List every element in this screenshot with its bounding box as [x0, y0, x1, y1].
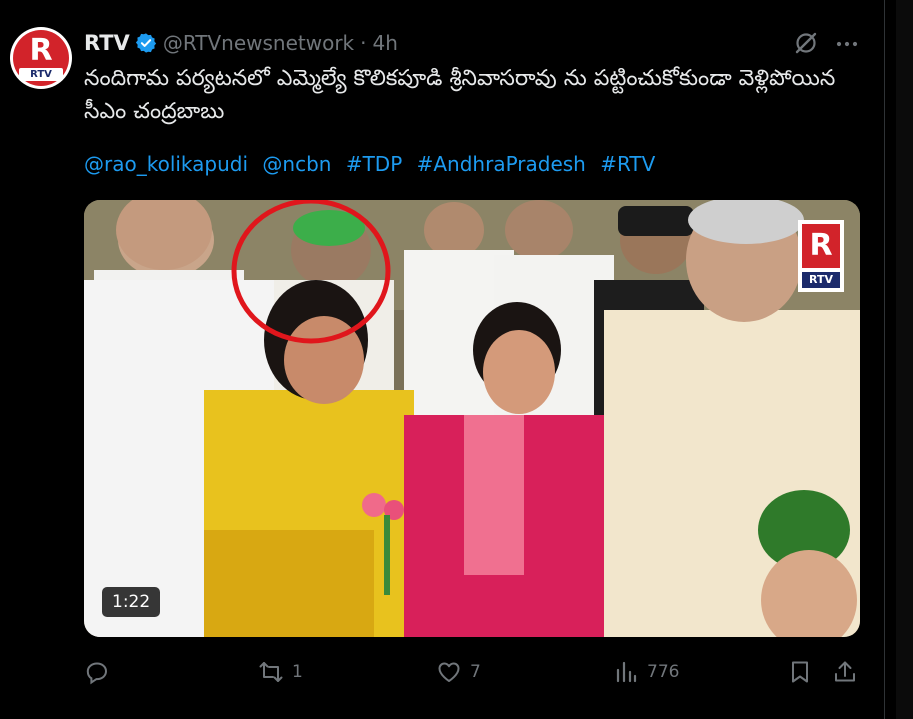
bookmark-icon: [792, 661, 808, 683]
bookmark-button[interactable]: [787, 652, 813, 692]
hashtag-link[interactable]: #RTV: [600, 152, 655, 176]
video-thumbnail: [84, 200, 860, 637]
views-icon: [616, 661, 637, 683]
video-player[interactable]: R RTV 1:22: [84, 200, 860, 637]
tweet-header: RTV @RTVnewsnetwork · 4h: [84, 31, 398, 55]
tweet-hashtags: @rao_kolikapudi @ncbn #TDP #AndhraPrades…: [84, 152, 663, 176]
share-icon: [835, 661, 855, 682]
grok-icon[interactable]: [793, 30, 819, 56]
retweet-count: 1: [292, 662, 303, 682]
like-count: 7: [470, 662, 481, 682]
more-icon[interactable]: [834, 31, 860, 57]
reply-button[interactable]: [84, 652, 118, 692]
hashtag-link[interactable]: #TDP: [346, 152, 402, 176]
author-name[interactable]: RTV: [84, 31, 130, 55]
watermark-letter: R: [802, 224, 840, 268]
views-count: 776: [647, 662, 680, 682]
author-handle[interactable]: @RTVnewsnetwork: [163, 31, 354, 55]
tweet-time[interactable]: 4h: [373, 31, 398, 55]
timeline-border: [884, 0, 885, 719]
hashtag-link[interactable]: #AndhraPradesh: [417, 152, 586, 176]
retweet-icon: [259, 662, 283, 682]
tweet-actions: 1 7 776: [84, 652, 864, 692]
like-icon: [438, 662, 460, 682]
avatar-logo-text: RTV: [19, 67, 63, 81]
avatar-logo: R RTV: [13, 30, 69, 86]
video-duration: 1:22: [102, 587, 161, 617]
rtv-watermark: R RTV: [798, 220, 844, 292]
retweet-button[interactable]: 1: [258, 652, 303, 692]
separator-dot: ·: [360, 31, 367, 55]
avatar[interactable]: R RTV: [10, 27, 72, 89]
mention-link[interactable]: @rao_kolikapudi: [84, 152, 248, 176]
watermark-text: RTV: [802, 272, 840, 288]
mention-link[interactable]: @ncbn: [262, 152, 331, 176]
verified-badge-icon: [135, 33, 156, 53]
like-button[interactable]: 7: [436, 652, 481, 692]
share-button[interactable]: [832, 652, 858, 692]
scrollbar[interactable]: [896, 0, 913, 719]
tweet-text: నందిగామ పర్యటనలో ఎమ్మెల్యే కొలికపూడి శ్ర…: [84, 66, 836, 124]
views-button[interactable]: 776: [613, 652, 679, 692]
reply-icon: [86, 662, 108, 685]
avatar-logo-letter: R: [29, 32, 53, 68]
